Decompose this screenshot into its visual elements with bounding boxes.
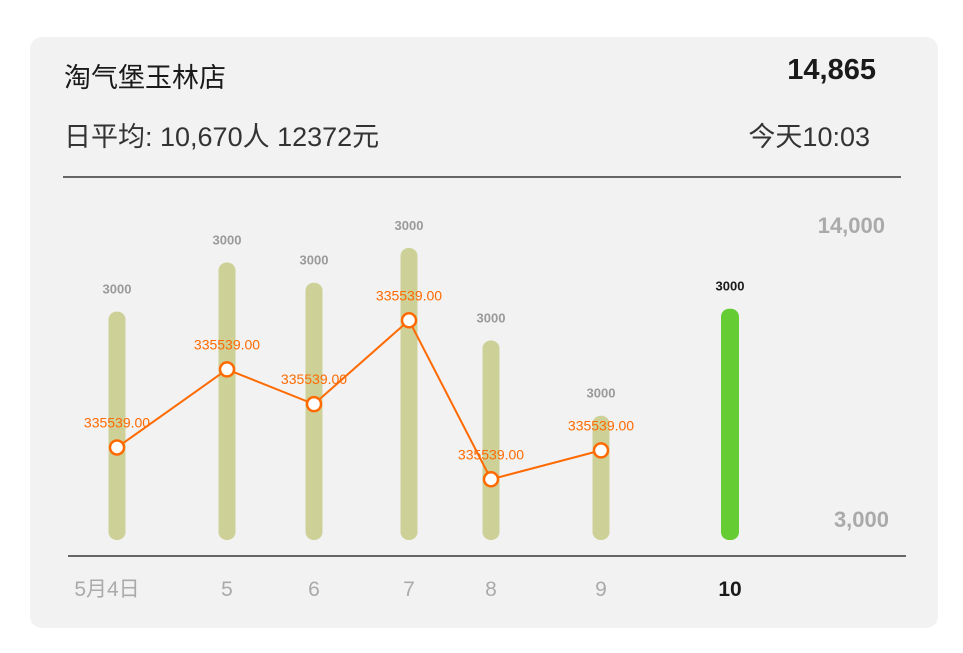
line-value-label: 335539.00 <box>84 414 150 430</box>
x-tick-label: 6 <box>308 578 320 601</box>
line-series <box>116 318 602 481</box>
x-tick-label: 5 <box>221 578 233 601</box>
x-tick-label: 8 <box>485 578 497 601</box>
line-point <box>400 312 418 329</box>
line-point <box>218 361 236 378</box>
line-value-label: 335539.00 <box>568 417 634 433</box>
bar <box>721 308 739 540</box>
bar-value-label: 3000 <box>103 282 132 297</box>
bar-value-label: 3000 <box>716 279 745 294</box>
y-tick-label: 14,000 <box>818 213 885 238</box>
bar <box>482 340 500 540</box>
x-tick-label: 9 <box>595 578 607 601</box>
line-value-label: 335539.00 <box>458 446 524 462</box>
bar-value-label: 3000 <box>477 311 506 326</box>
bar-value-label: 3000 <box>587 386 616 401</box>
x-tick-label: 7 <box>403 578 415 601</box>
line-point <box>305 395 323 413</box>
bar <box>592 415 610 540</box>
x-tick-label: 10 <box>718 578 741 601</box>
line-value-label: 335539.00 <box>376 287 442 303</box>
line-point <box>108 439 126 456</box>
bar-value-label: 3000 <box>395 218 424 233</box>
line-value-label: 335539.00 <box>281 371 347 387</box>
bar-value-label: 3000 <box>213 232 242 247</box>
line-point <box>482 471 500 488</box>
x-tick-label: 5月4日 <box>74 578 139 601</box>
bar <box>218 262 236 540</box>
y-tick-label: 3,000 <box>834 507 889 532</box>
bar-value-label: 3000 <box>300 253 329 268</box>
line-point <box>592 442 610 459</box>
visitor-chart: 14,000 3,000 3000 3000 3000 3000 3000 3000 3000 3… <box>68 213 906 601</box>
line-value-label: 335539.00 <box>194 336 260 352</box>
